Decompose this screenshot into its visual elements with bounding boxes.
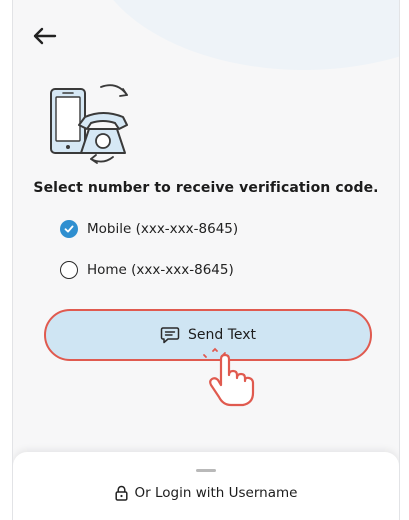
radio-option-mobile[interactable]: Mobile (xxx-xxx-8645) [60, 218, 238, 240]
radio-label-home: Home (xxx-xxx-8645) [87, 262, 234, 278]
phone-call-illustration-icon [50, 84, 128, 164]
radio-unchecked-icon[interactable] [60, 261, 78, 279]
radio-label-mobile: Mobile (xxx-xxx-8645) [87, 221, 239, 237]
message-icon [160, 327, 180, 344]
radio-option-home[interactable]: Home (xxx-xxx-8645) [60, 259, 234, 281]
drag-handle[interactable] [196, 469, 216, 472]
login-with-username-label: Or Login with Username [134, 485, 298, 501]
back-button[interactable] [29, 23, 59, 49]
lock-icon [114, 485, 128, 501]
bottom-sheet: Or Login with Username [13, 452, 399, 520]
radio-checked-icon[interactable] [60, 220, 78, 238]
arrow-left-icon [33, 27, 57, 45]
header-decoration [89, 0, 399, 70]
send-text-label: Send Text [187, 327, 257, 343]
page-title: Select number to receive verification co… [33, 180, 379, 196]
hand-pointer-icon [203, 347, 255, 407]
app-screen: Select number to receive verification co… [12, 0, 400, 520]
login-with-username-link[interactable]: Or Login with Username [13, 485, 399, 501]
